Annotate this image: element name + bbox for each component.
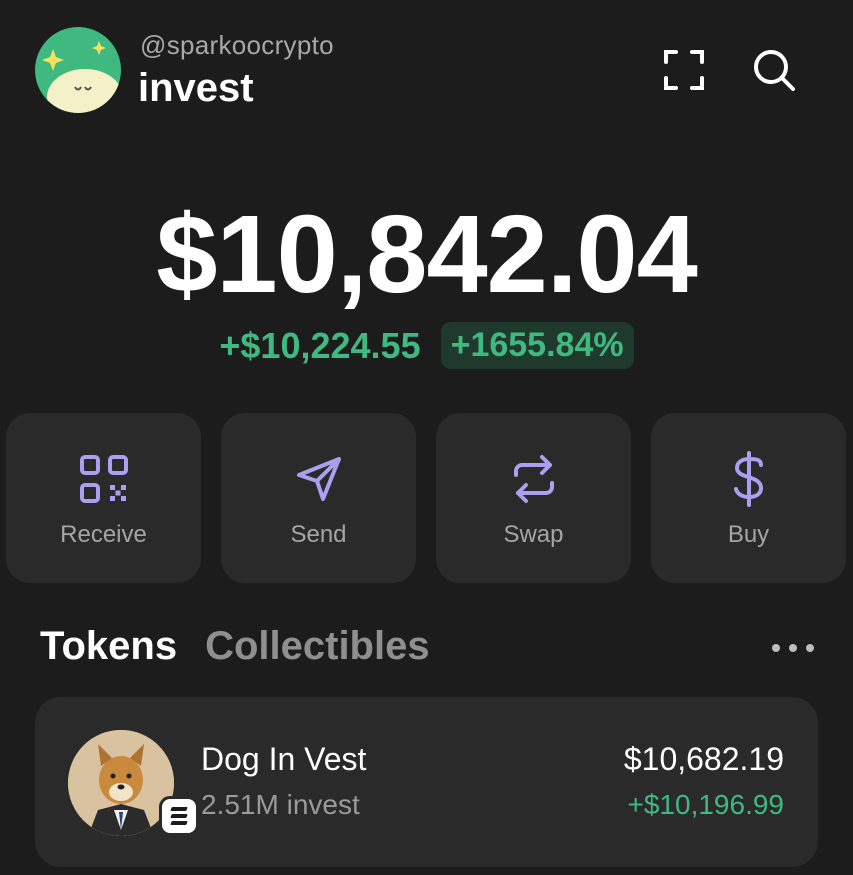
avatar[interactable] bbox=[35, 27, 121, 113]
swap-icon bbox=[436, 451, 631, 507]
scan-icon[interactable] bbox=[660, 46, 708, 94]
qr-code-icon bbox=[6, 451, 201, 507]
search-icon[interactable] bbox=[750, 46, 798, 94]
send-icon bbox=[221, 451, 416, 507]
receive-label: Receive bbox=[60, 521, 147, 548]
more-options-icon[interactable] bbox=[768, 634, 818, 662]
tab-tokens[interactable]: Tokens bbox=[40, 624, 177, 669]
list-item[interactable]: Dog In Vest 2.51M invest $10,682.19 +$10… bbox=[35, 697, 818, 867]
swap-button[interactable]: Swap bbox=[436, 413, 631, 583]
account-name[interactable]: invest bbox=[138, 66, 254, 111]
balance-change-percent: +1655.84% bbox=[440, 322, 634, 369]
header: @sparkoocrypto invest bbox=[0, 0, 853, 130]
receive-button[interactable]: Receive bbox=[6, 413, 201, 583]
buy-button[interactable]: Buy bbox=[651, 413, 846, 583]
token-value: $10,682.19 bbox=[623, 741, 784, 777]
swap-label: Swap bbox=[503, 521, 564, 548]
token-change: +$10,196.99 bbox=[627, 789, 785, 820]
username: @sparkoocrypto bbox=[140, 30, 334, 60]
token-amount: 2.51M invest bbox=[201, 789, 360, 820]
dollar-icon bbox=[651, 451, 846, 507]
total-balance: $10,842.04 bbox=[156, 193, 698, 316]
action-buttons: Receive Send Swap Buy bbox=[6, 413, 850, 583]
token-name: Dog In Vest bbox=[201, 741, 367, 777]
balance-change-row: +$10,224.55 +1655.84% bbox=[0, 322, 853, 369]
asset-tabs: Tokens Collectibles bbox=[40, 624, 430, 669]
tab-collectibles[interactable]: Collectibles bbox=[205, 624, 430, 669]
balance-change-amount: +$10,224.55 bbox=[219, 324, 421, 366]
buy-label: Buy bbox=[727, 521, 770, 548]
send-button[interactable]: Send bbox=[221, 413, 416, 583]
send-label: Send bbox=[290, 521, 347, 548]
chain-badge-icon bbox=[159, 796, 199, 836]
